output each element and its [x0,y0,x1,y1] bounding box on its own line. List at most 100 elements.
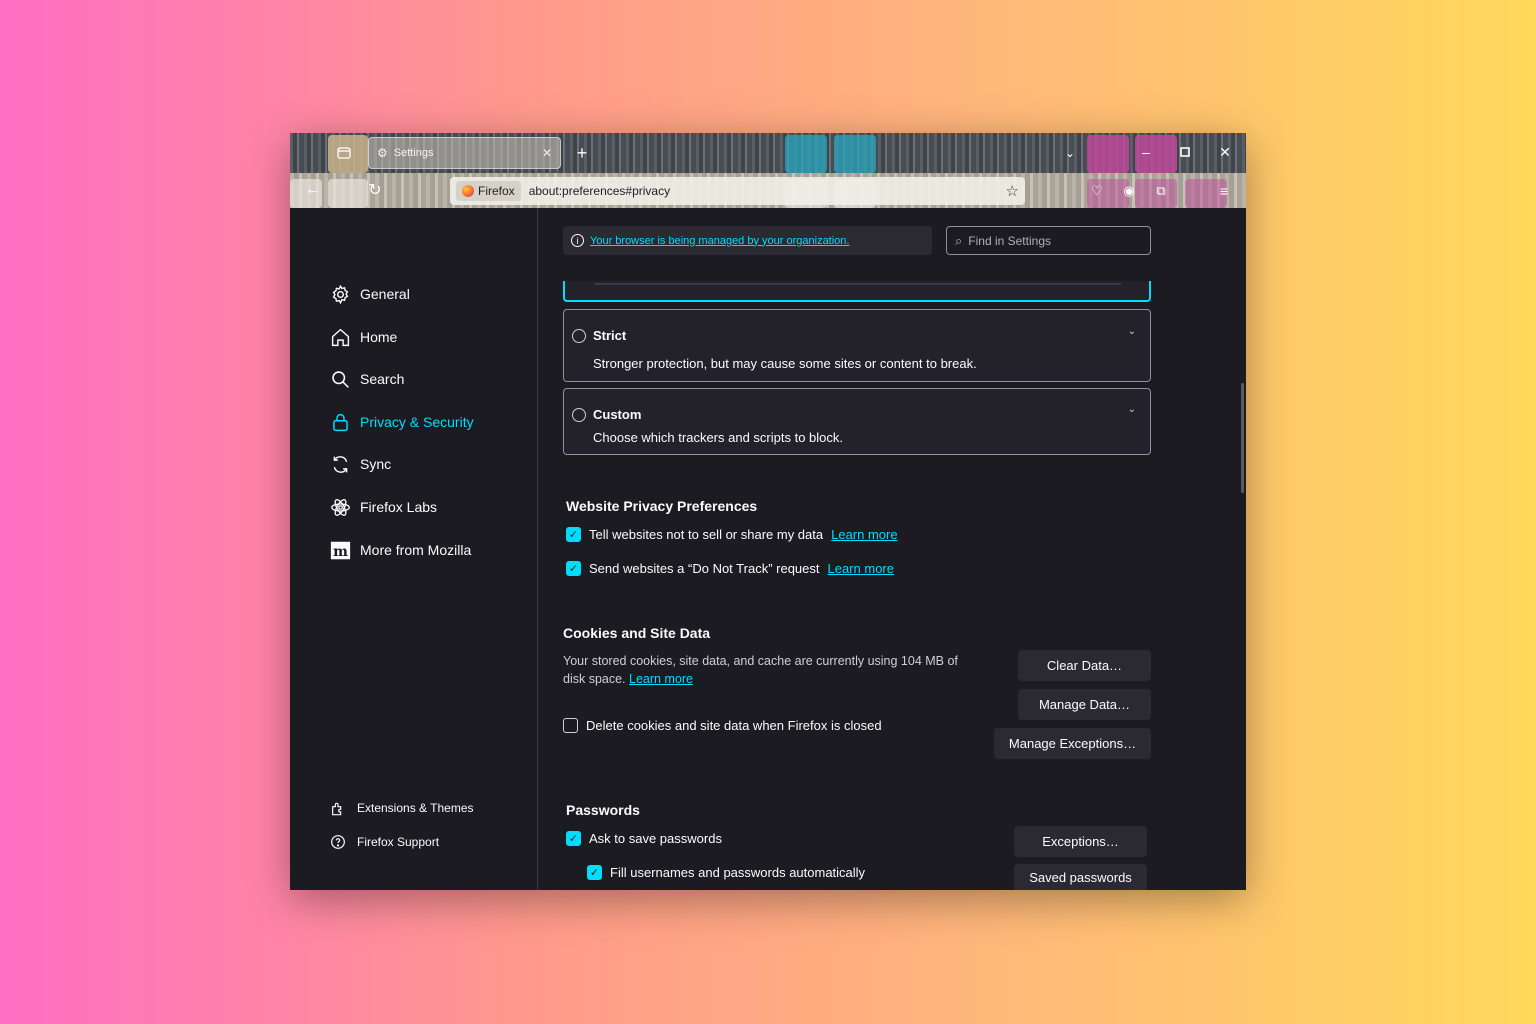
custom-option-card[interactable]: Custom ⌄ Choose which trackers and scrip… [563,388,1151,455]
autofill-passwords-checkbox[interactable]: ✓ [587,865,602,880]
dnt-checkbox[interactable]: ✓ [566,561,581,576]
managed-notice-link[interactable]: Your browser is being managed by your or… [590,235,849,247]
clear-data-button[interactable]: Clear Data… [1018,650,1151,681]
delete-cookies-label: Delete cookies and site data when Firefo… [586,718,882,733]
strict-option-card[interactable]: Strict ⌄ Stronger protection, but may ca… [563,309,1151,382]
sidebar-item-search[interactable]: Search [330,367,404,391]
sidebar-item-label: More from Mozilla [360,542,472,558]
manage-exceptions-button[interactable]: Manage Exceptions… [994,728,1151,759]
sidebar-item-label: Firefox Labs [360,499,438,515]
dnt-learn-more-link[interactable]: Learn more [828,561,894,576]
ask-save-passwords-checkbox[interactable]: ✓ [566,831,581,846]
firefox-logo-icon [462,185,474,197]
puzzle-icon [332,802,342,816]
svg-text:m: m [333,543,348,559]
menu-icon[interactable]: ≡ [1213,180,1235,202]
gpc-learn-more-link[interactable]: Learn more [831,527,897,542]
sidebar-item-extensions-themes[interactable]: Extensions & Themes [330,796,474,820]
website-privacy-heading: Website Privacy Preferences [566,498,758,514]
identity-box[interactable]: Firefox [456,181,521,201]
delete-cookies-row: Delete cookies and site data when Firefo… [563,718,882,733]
help-icon [331,835,345,849]
sidebar-item-general[interactable]: General [330,282,410,306]
manage-data-button[interactable]: Manage Data… [1018,689,1151,720]
strict-desc: Stronger protection, but may cause some … [593,356,977,371]
autofill-passwords-row: ✓ Fill usernames and passwords automatic… [587,865,865,880]
list-all-tabs-icon[interactable]: ⌄ [1060,143,1080,163]
settings-gear-icon: ⚙ [377,146,388,160]
pocket-icon[interactable]: ♡ [1086,180,1108,202]
chevron-down-icon[interactable]: ⌄ [1128,326,1136,337]
url-bar[interactable]: Firefox about:preferences#privacy ☆ [450,177,1025,205]
sidebar-item-label: Search [360,371,405,387]
firefox-window: ⚙ Settings ✕ + ⌄ – ✕ ← ↻ ♡ ◉ ⧉ ≡ Firefox… [290,133,1246,890]
strict-title: Strict [593,328,627,343]
sidebar-item-firefox-support[interactable]: Firefox Support [330,830,439,854]
window-close-icon[interactable]: ✕ [1214,141,1236,163]
identity-label: Firefox [478,184,515,198]
cookies-desc-line1: Your stored cookies, site data, and cach… [563,654,958,668]
sidebar-item-label: General [360,286,410,302]
new-tab-icon[interactable]: + [572,143,592,163]
password-exceptions-button[interactable]: Exceptions… [1014,826,1147,857]
tab-overview-icon[interactable] [334,143,354,163]
custom-radio[interactable] [572,408,586,422]
gpc-row: ✓ Tell websites not to sell or share my … [566,527,898,542]
chevron-down-icon[interactable]: ⌄ [1128,404,1136,415]
tab-strip: ⚙ Settings ✕ + ⌄ – ✕ [290,133,1246,173]
sidebar-item-privacy-security[interactable]: Privacy & Security [330,410,474,434]
cookies-description: Your stored cookies, site data, and cach… [563,652,993,688]
sidebar-item-sync[interactable]: Sync [330,452,391,476]
tab-settings[interactable]: ⚙ Settings ✕ [368,137,561,169]
search-icon: ⌕ [955,232,963,248]
theme-decoration [1087,135,1129,173]
sidebar-item-label: Extensions & Themes [357,801,474,815]
gear-icon [332,284,349,304]
cookies-learn-more-link[interactable]: Learn more [629,672,693,686]
dnt-row: ✓ Send websites a “Do Not Track” request… [566,561,894,576]
home-icon [331,328,350,346]
strict-radio[interactable] [572,329,586,343]
passwords-heading: Passwords [566,802,640,818]
sidebar-item-home[interactable]: Home [330,325,397,349]
search-icon [332,370,349,388]
cookies-heading: Cookies and Site Data [563,625,711,641]
sidebar-item-label: Sync [360,456,392,472]
back-icon[interactable]: ← [302,179,324,201]
ask-save-passwords-label: Ask to save passwords [589,831,722,846]
main-panel: i Your browser is being managed by your … [538,208,1246,890]
close-icon[interactable]: ✕ [542,146,552,160]
gpc-checkbox[interactable]: ✓ [566,527,581,542]
extensions-icon[interactable]: ⧉ [1150,180,1172,202]
ask-save-passwords-row: ✓ Ask to save passwords [566,831,722,846]
preferences-content: General Home Search Privacy & Security S… [290,208,1246,890]
dnt-label: Send websites a “Do Not Track” request [589,561,820,576]
bookmark-star-icon[interactable]: ☆ [1006,182,1019,200]
theme-decoration [834,135,876,173]
custom-title: Custom [593,407,642,422]
lock-icon [333,413,348,431]
sidebar-item-label: Firefox Support [357,835,440,849]
info-icon: i [571,234,584,247]
search-placeholder: Find in Settings [968,233,1051,248]
account-icon[interactable]: ◉ [1118,180,1140,202]
url-text[interactable]: about:preferences#privacy [529,184,670,198]
tab-title: Settings [393,147,434,159]
sidebar: General Home Search Privacy & Security S… [290,208,538,890]
search-input[interactable]: ⌕ Find in Settings [946,226,1151,255]
labs-icon [331,498,350,516]
mozilla-icon: m [330,541,351,559]
minimize-icon[interactable]: – [1135,141,1157,163]
theme-decoration [785,135,827,173]
maximize-icon[interactable] [1174,141,1196,163]
sidebar-item-firefox-labs[interactable]: Firefox Labs [330,495,437,519]
cookies-desc-line2: disk space. [563,672,626,686]
standard-option-card-bottom [563,281,1151,302]
saved-passwords-button[interactable]: Saved passwords [1014,864,1147,890]
delete-cookies-checkbox[interactable] [563,718,578,733]
theme-decoration [328,179,368,208]
reload-icon[interactable]: ↻ [364,179,386,201]
sidebar-item-more-from-mozilla[interactable]: m More from Mozilla [330,538,471,562]
sidebar-item-label: Home [360,329,398,345]
scrollbar[interactable] [1241,383,1244,493]
